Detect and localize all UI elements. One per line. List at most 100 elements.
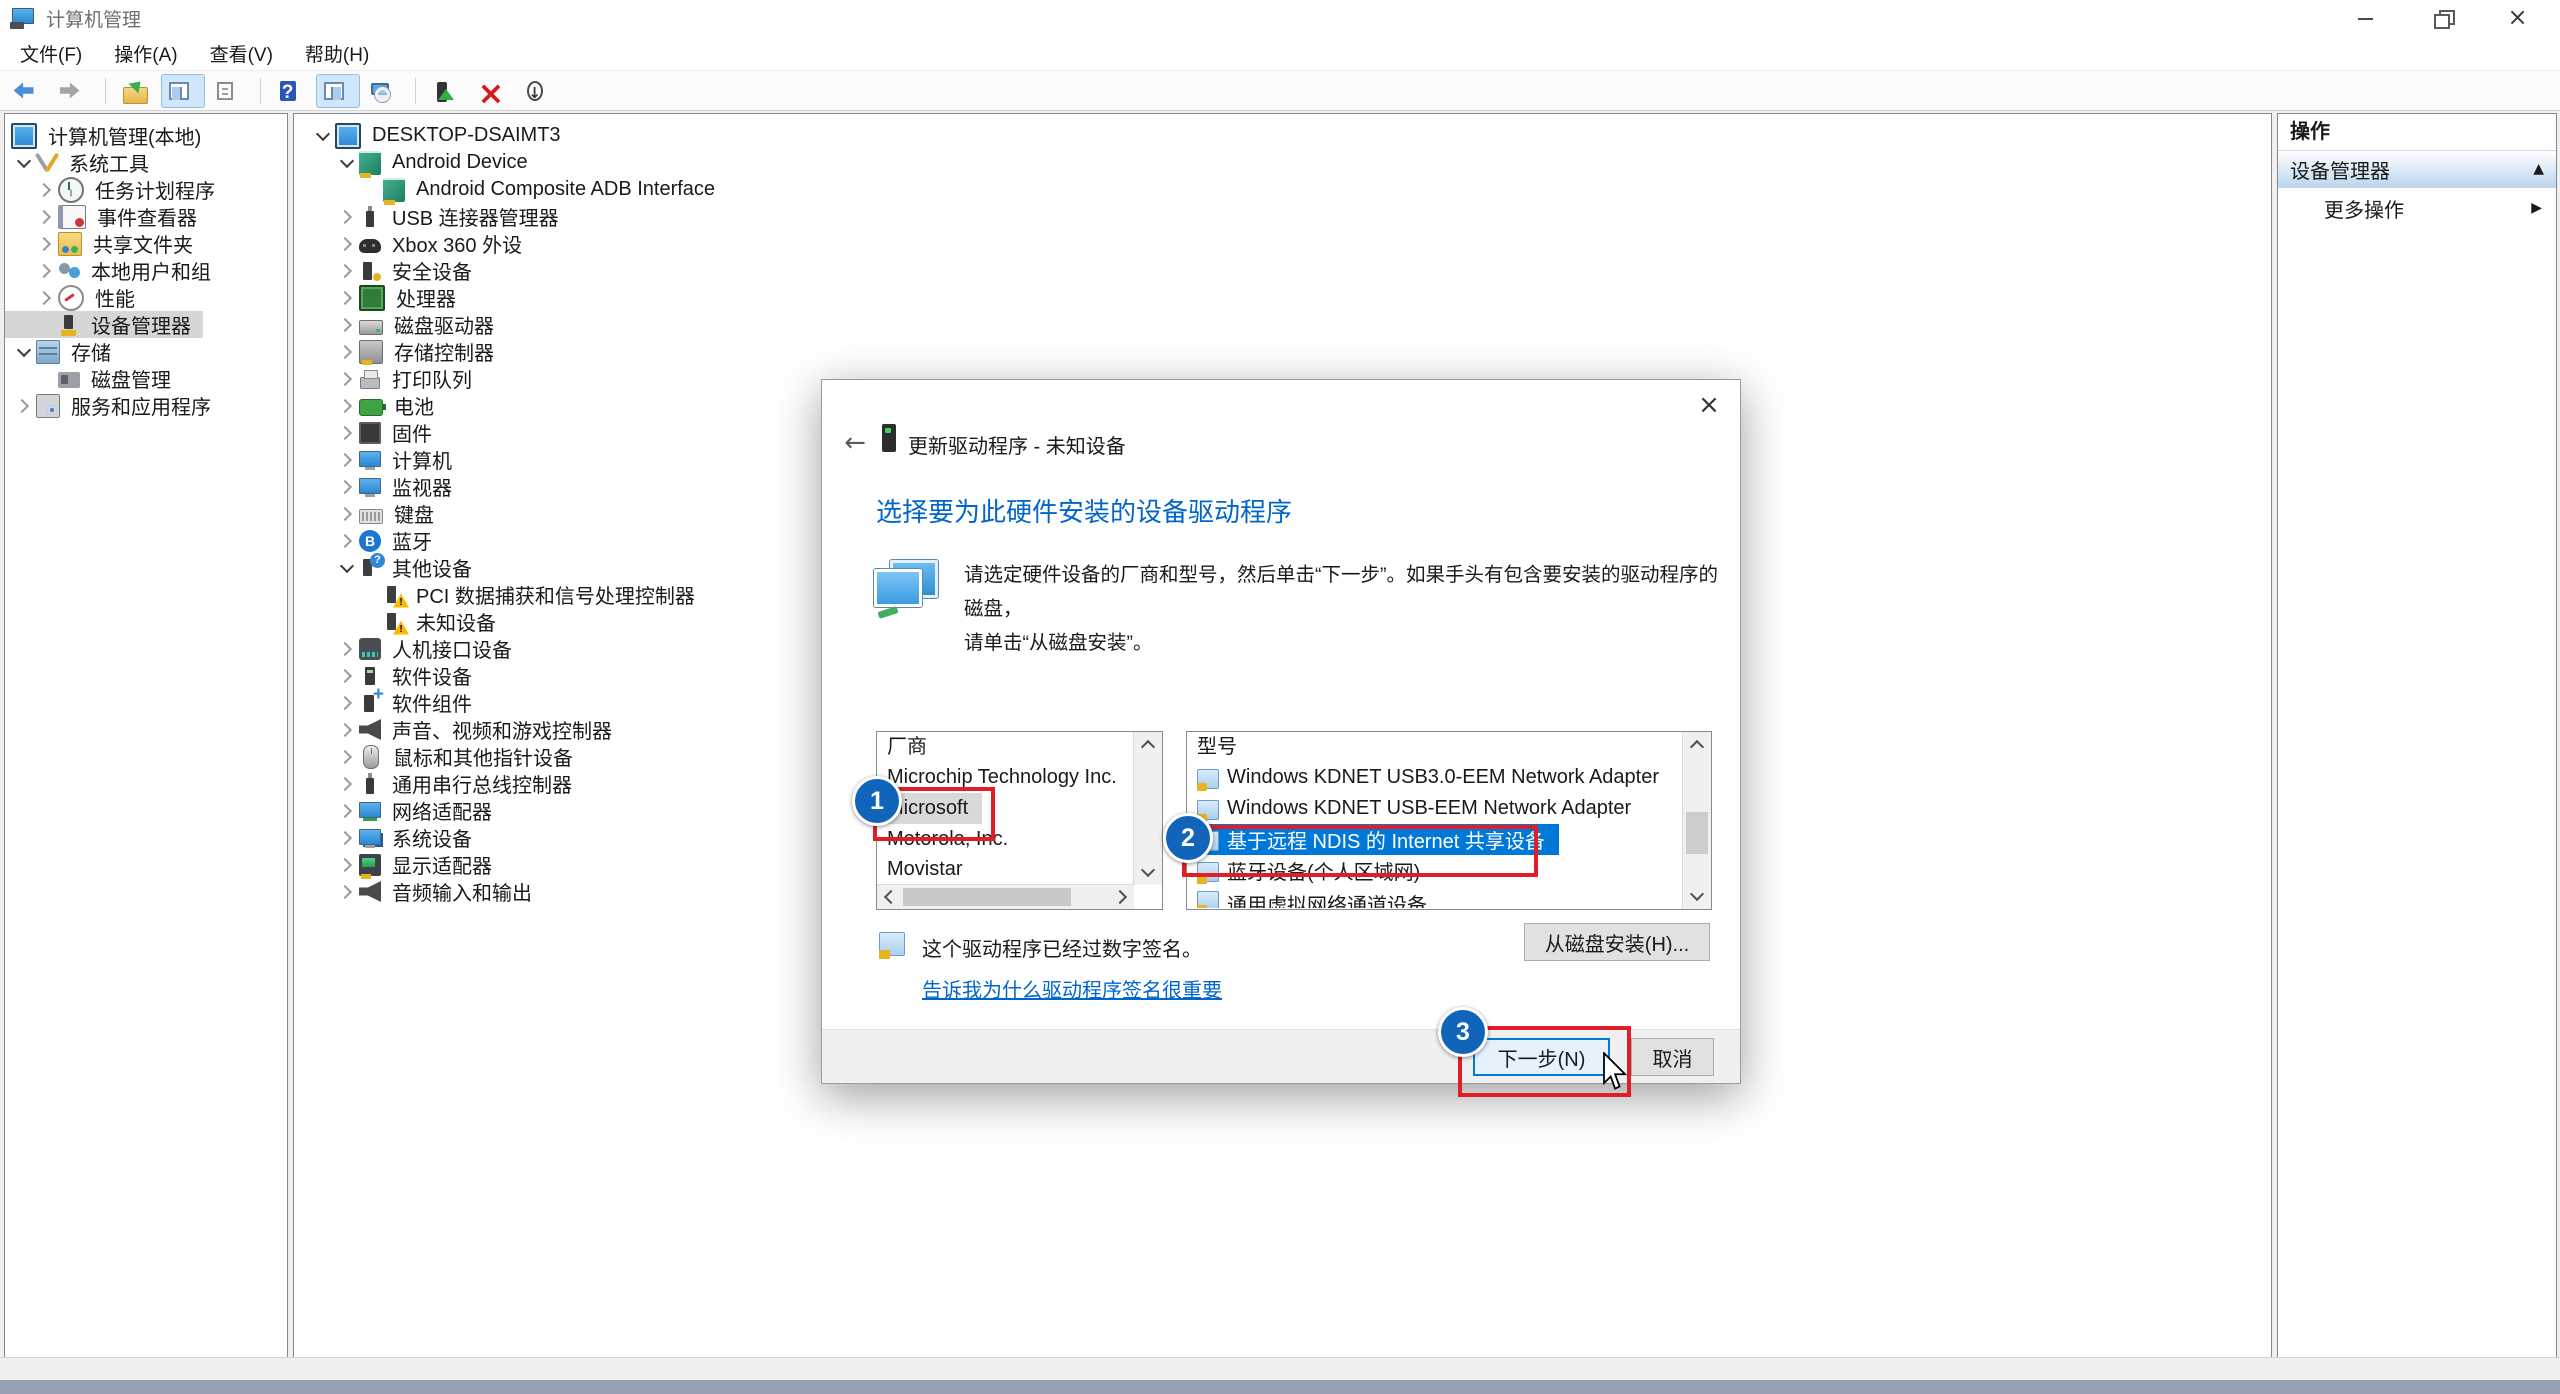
cancel-button[interactable]: 取消 [1631, 1038, 1714, 1076]
expander-icon[interactable] [334, 770, 359, 797]
scroll-down-icon[interactable] [1683, 883, 1711, 909]
tree-item[interactable]: 其他设备 [294, 554, 484, 581]
expander-icon[interactable] [334, 527, 359, 554]
help-button[interactable] [270, 74, 314, 108]
tree-item[interactable]: 网络适配器 [294, 797, 504, 824]
scrollbar-thumb[interactable] [1686, 812, 1708, 854]
tree-item[interactable]: 未知设备 [294, 608, 508, 635]
tree-item[interactable]: Xbox 360 外设 [294, 230, 534, 257]
tree-item[interactable]: 软件设备 [294, 662, 484, 689]
expander-icon[interactable] [334, 446, 359, 473]
tree-item[interactable]: 电池 [294, 392, 446, 419]
properties-button[interactable] [207, 74, 251, 108]
more-actions-item[interactable]: 更多操作 ▶ [2278, 188, 2556, 228]
uninstall-device-button[interactable] [471, 74, 515, 108]
tree-item[interactable]: 服务和应用程序 [5, 392, 223, 419]
expander-icon[interactable] [334, 311, 359, 338]
toolbar-button[interactable] [260, 78, 261, 104]
scroll-left-icon[interactable] [877, 885, 901, 909]
have-disk-button[interactable]: 从磁盘安装(H)... [1524, 923, 1710, 961]
expander-icon[interactable] [334, 203, 359, 230]
tree-item[interactable]: 系统工具 [5, 149, 161, 176]
tree-item[interactable]: 共享文件夹 [5, 230, 205, 257]
expander-icon[interactable] [310, 122, 335, 149]
expander-icon[interactable] [11, 392, 36, 419]
action-pane-toggle-button[interactable] [316, 74, 360, 108]
tree-item[interactable]: 系统设备 [294, 824, 484, 851]
expander-icon[interactable] [334, 392, 359, 419]
scroll-up-icon[interactable] [1134, 732, 1162, 758]
update-driver-button[interactable] [425, 74, 469, 108]
tree-item[interactable]: DESKTOP-DSAIMT3 [294, 122, 573, 149]
expander-icon[interactable] [334, 365, 359, 392]
toolbar-button[interactable] [105, 78, 106, 104]
tree-item[interactable]: 处理器 [294, 284, 468, 311]
minimize-button[interactable] [2332, 0, 2408, 36]
close-button[interactable] [2484, 0, 2560, 36]
tree-item[interactable]: 磁盘管理 [5, 365, 183, 392]
scroll-right-icon[interactable] [1110, 885, 1134, 909]
tree-item[interactable]: 本地用户和组 [5, 257, 223, 284]
tree-item[interactable]: 存储控制器 [294, 338, 506, 365]
forward-button[interactable] [52, 74, 96, 108]
tree-item[interactable]: Android Composite ADB Interface [294, 176, 727, 203]
scan-hardware-button[interactable] [517, 74, 561, 108]
tree-item[interactable]: 软件组件 [294, 689, 484, 716]
expander-icon[interactable] [334, 419, 359, 446]
expander-icon[interactable] [358, 608, 383, 635]
vertical-scrollbar[interactable] [1133, 732, 1162, 885]
tree-item[interactable]: 计算机管理(本地) [5, 122, 213, 149]
expander-icon[interactable] [334, 716, 359, 743]
model-option[interactable]: 通用虚拟网络通道设备 [1187, 886, 1441, 908]
expander-icon[interactable] [11, 149, 36, 176]
tree-item[interactable]: USB 连接器管理器 [294, 203, 571, 230]
expander-icon[interactable] [334, 257, 359, 284]
back-icon[interactable]: ← [838, 428, 872, 460]
manufacturer-option[interactable]: Movistar [877, 855, 977, 877]
expander-icon[interactable] [334, 500, 359, 527]
expander-icon[interactable] [33, 311, 58, 338]
panel-toggle-button[interactable] [161, 74, 205, 108]
expander-icon[interactable] [334, 230, 359, 257]
expander-icon[interactable] [334, 473, 359, 500]
expander-icon[interactable] [33, 176, 58, 203]
tree-item[interactable]: 监视器 [294, 473, 464, 500]
expander-icon[interactable] [334, 635, 359, 662]
export-list-button[interactable] [362, 74, 406, 108]
scrollbar-thumb[interactable] [903, 888, 1071, 906]
expander-icon[interactable] [334, 338, 359, 365]
vertical-scrollbar[interactable] [1682, 732, 1711, 909]
tree-item[interactable]: 磁盘驱动器 [294, 311, 506, 338]
expander-icon[interactable] [334, 149, 359, 176]
expander-icon[interactable] [11, 338, 36, 365]
tree-item[interactable]: 键盘 [294, 500, 446, 527]
model-option[interactable]: Windows KDNET USB-EEM Network Adapter [1187, 793, 1645, 824]
tree-item[interactable]: 计算机 [294, 446, 464, 473]
expander-icon[interactable] [33, 365, 58, 392]
menu-item[interactable]: 查看(V) [194, 36, 289, 70]
menu-item[interactable]: 操作(A) [98, 36, 193, 70]
menu-item[interactable]: 文件(F) [4, 36, 98, 70]
actions-section-device-manager[interactable]: 设备管理器 ▲ [2278, 151, 2556, 188]
tree-item[interactable]: 蓝牙 [294, 527, 444, 554]
tree-item[interactable]: 鼠标和其他指针设备 [294, 743, 585, 770]
expander-icon[interactable] [33, 230, 58, 257]
restore-button[interactable] [2408, 0, 2484, 36]
tree-toggle-button[interactable] [115, 74, 159, 108]
expander-icon[interactable] [334, 554, 359, 581]
tree-item[interactable]: 设备管理器 [5, 311, 203, 338]
tree-item[interactable]: Android Device [294, 149, 540, 176]
back-button[interactable] [6, 74, 50, 108]
close-icon[interactable]: × [1688, 386, 1730, 424]
horizontal-scrollbar[interactable] [877, 884, 1134, 909]
expander-icon[interactable] [334, 284, 359, 311]
tree-item[interactable]: 安全设备 [294, 257, 484, 284]
tree-item[interactable]: 人机接口设备 [294, 635, 524, 662]
expander-icon[interactable] [33, 203, 58, 230]
tree-item[interactable]: 事件查看器 [5, 203, 209, 230]
tree-item[interactable]: 通用串行总线控制器 [294, 770, 584, 797]
tree-item[interactable]: 存储 [5, 338, 123, 365]
tree-item[interactable]: PCI 数据捕获和信号处理控制器 [294, 581, 707, 608]
expander-icon[interactable] [334, 878, 359, 905]
expander-icon[interactable] [33, 284, 58, 311]
